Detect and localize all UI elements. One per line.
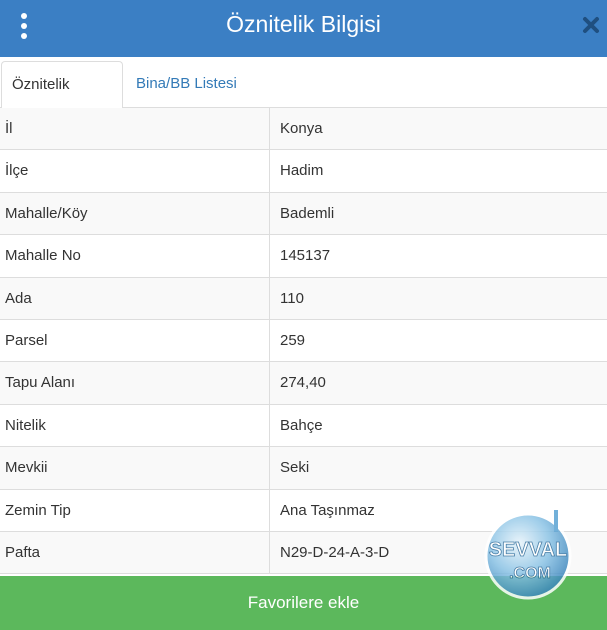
table-row: Mahalle/Köy Bademli xyxy=(0,192,607,236)
attribute-value: Bahçe xyxy=(280,416,323,434)
attribute-key: İlçe xyxy=(5,162,29,180)
column-divider xyxy=(269,319,270,362)
table-row: Mevkii Seki xyxy=(0,447,607,490)
attribute-value: 259 xyxy=(280,331,306,349)
attribute-value: Bademli xyxy=(280,204,335,222)
column-divider xyxy=(269,108,270,150)
close-icon[interactable] xyxy=(580,14,602,36)
table-row: Mahalle No 145137 xyxy=(0,235,607,278)
table-row: Nitelik Bahçe xyxy=(0,404,607,448)
attribute-value: Seki xyxy=(280,459,310,477)
attribute-value: Konya xyxy=(280,120,323,137)
attribute-value: 145137 xyxy=(280,247,331,265)
column-divider xyxy=(269,192,270,235)
attribute-key: Mahalle No xyxy=(5,247,81,265)
column-divider xyxy=(269,531,270,574)
attribute-value: 274,40 xyxy=(280,374,326,392)
column-divider xyxy=(269,404,270,447)
attribute-table: İl Konya İlçe Hadim Mahalle/Köy Bademli Mahall… xyxy=(0,108,607,575)
table-row: Parsel 259 xyxy=(0,319,607,363)
table-row: İl Konya xyxy=(0,108,607,151)
attribute-key: Ada xyxy=(5,289,32,307)
svg-text:.COM: .COM xyxy=(509,565,551,582)
column-divider xyxy=(269,235,270,277)
attribute-key: Mevkii xyxy=(5,459,48,477)
column-divider xyxy=(269,362,270,404)
column-divider xyxy=(269,489,270,531)
attribute-value: 110 xyxy=(280,289,304,307)
attribute-key: Tapu Alanı xyxy=(5,374,76,392)
attribute-key: Parsel xyxy=(5,331,48,349)
attribute-key: Mahalle/Köy xyxy=(5,204,88,222)
attribute-key: Pafta xyxy=(5,543,41,561)
attribute-value: Ana Taşınmaz xyxy=(280,501,375,519)
attribute-key: İl xyxy=(5,120,13,137)
tab-bar: Öznitelik Bilgisi Bina/BB Listesi xyxy=(0,57,607,139)
svg-text:SEVVAL: SEVVAL xyxy=(489,539,568,561)
tab-oznitelik-bilgisi[interactable]: Öznitelik Bilgisi xyxy=(1,61,123,139)
table-row: Ada 110 xyxy=(0,277,607,320)
page-title: Öznitelik Bilgisi xyxy=(226,11,381,37)
attribute-value: N29-D-24-A-3-D xyxy=(280,543,390,561)
table-row: İlçe Hadim xyxy=(0,150,607,193)
attribute-value: Hadim xyxy=(280,162,324,180)
attribute-key: Nitelik xyxy=(5,416,46,434)
column-divider xyxy=(269,150,270,192)
sevval-watermark-logo: SEVVAL .COM xyxy=(478,506,578,602)
column-divider xyxy=(269,277,270,319)
table-row: Tapu Alanı 274,40 xyxy=(0,362,607,405)
header-bar: Öznitelik Bilgisi xyxy=(0,0,607,57)
tab-bina-bb-listesi[interactable]: Bina/BB Listesi xyxy=(126,61,247,109)
column-divider xyxy=(269,447,270,489)
attribute-key: Zemin Tip xyxy=(5,501,71,519)
